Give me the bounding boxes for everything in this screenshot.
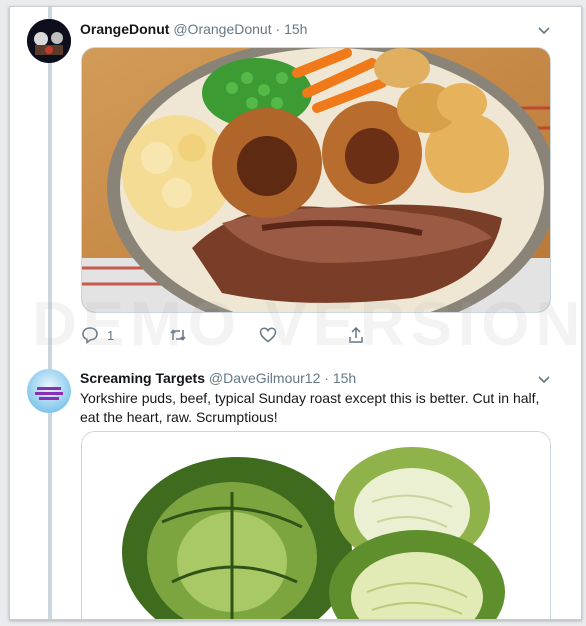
- tweet-screaming-targets[interactable]: Screaming Targets @DaveGilmour12 · 15h Y…: [10, 357, 581, 619]
- tweet-orangedonut[interactable]: OrangeDonut @OrangeDonut · 15h 1: [10, 7, 581, 357]
- reply-count: 1: [107, 327, 115, 343]
- chevron-down-icon[interactable]: [537, 373, 551, 387]
- tweet-header: OrangeDonut @OrangeDonut · 15h: [80, 21, 307, 37]
- user-handle[interactable]: @DaveGilmour12: [209, 370, 320, 386]
- timeline-frame: OrangeDonut @OrangeDonut · 15h 1 Screami…: [9, 6, 582, 620]
- avatar-image: [27, 369, 71, 413]
- separator-dot: ·: [275, 21, 281, 37]
- like-button[interactable]: [259, 325, 285, 345]
- timestamp[interactable]: 15h: [333, 370, 356, 386]
- tweet-text: Yorkshire puds, beef, typical Sunday roa…: [80, 390, 540, 425]
- tweet-actions: 1: [81, 325, 561, 345]
- share-icon: [349, 326, 363, 343]
- avatar[interactable]: [27, 19, 71, 63]
- reply-button[interactable]: 1: [81, 325, 114, 345]
- reply-icon: [82, 327, 98, 344]
- avatar-image: [27, 19, 71, 63]
- heart-icon: [259, 327, 277, 343]
- timestamp[interactable]: 15h: [284, 21, 307, 37]
- roast-dinner-image: [82, 48, 550, 312]
- separator-dot: ·: [324, 370, 329, 386]
- display-name[interactable]: Screaming Targets: [80, 370, 205, 386]
- share-button[interactable]: [347, 325, 365, 345]
- tweet-header: Screaming Targets @DaveGilmour12 · 15h: [80, 370, 356, 386]
- tweet-media-roast-dinner[interactable]: [81, 47, 551, 313]
- tweet-media-cabbage[interactable]: [81, 431, 551, 619]
- avatar[interactable]: [27, 369, 71, 413]
- display-name[interactable]: OrangeDonut: [80, 21, 169, 37]
- cabbage-image: [82, 432, 550, 619]
- retweet-button[interactable]: [169, 325, 195, 345]
- chevron-down-icon[interactable]: [537, 24, 551, 38]
- user-handle[interactable]: @OrangeDonut: [173, 21, 271, 37]
- retweet-icon: [170, 329, 186, 341]
